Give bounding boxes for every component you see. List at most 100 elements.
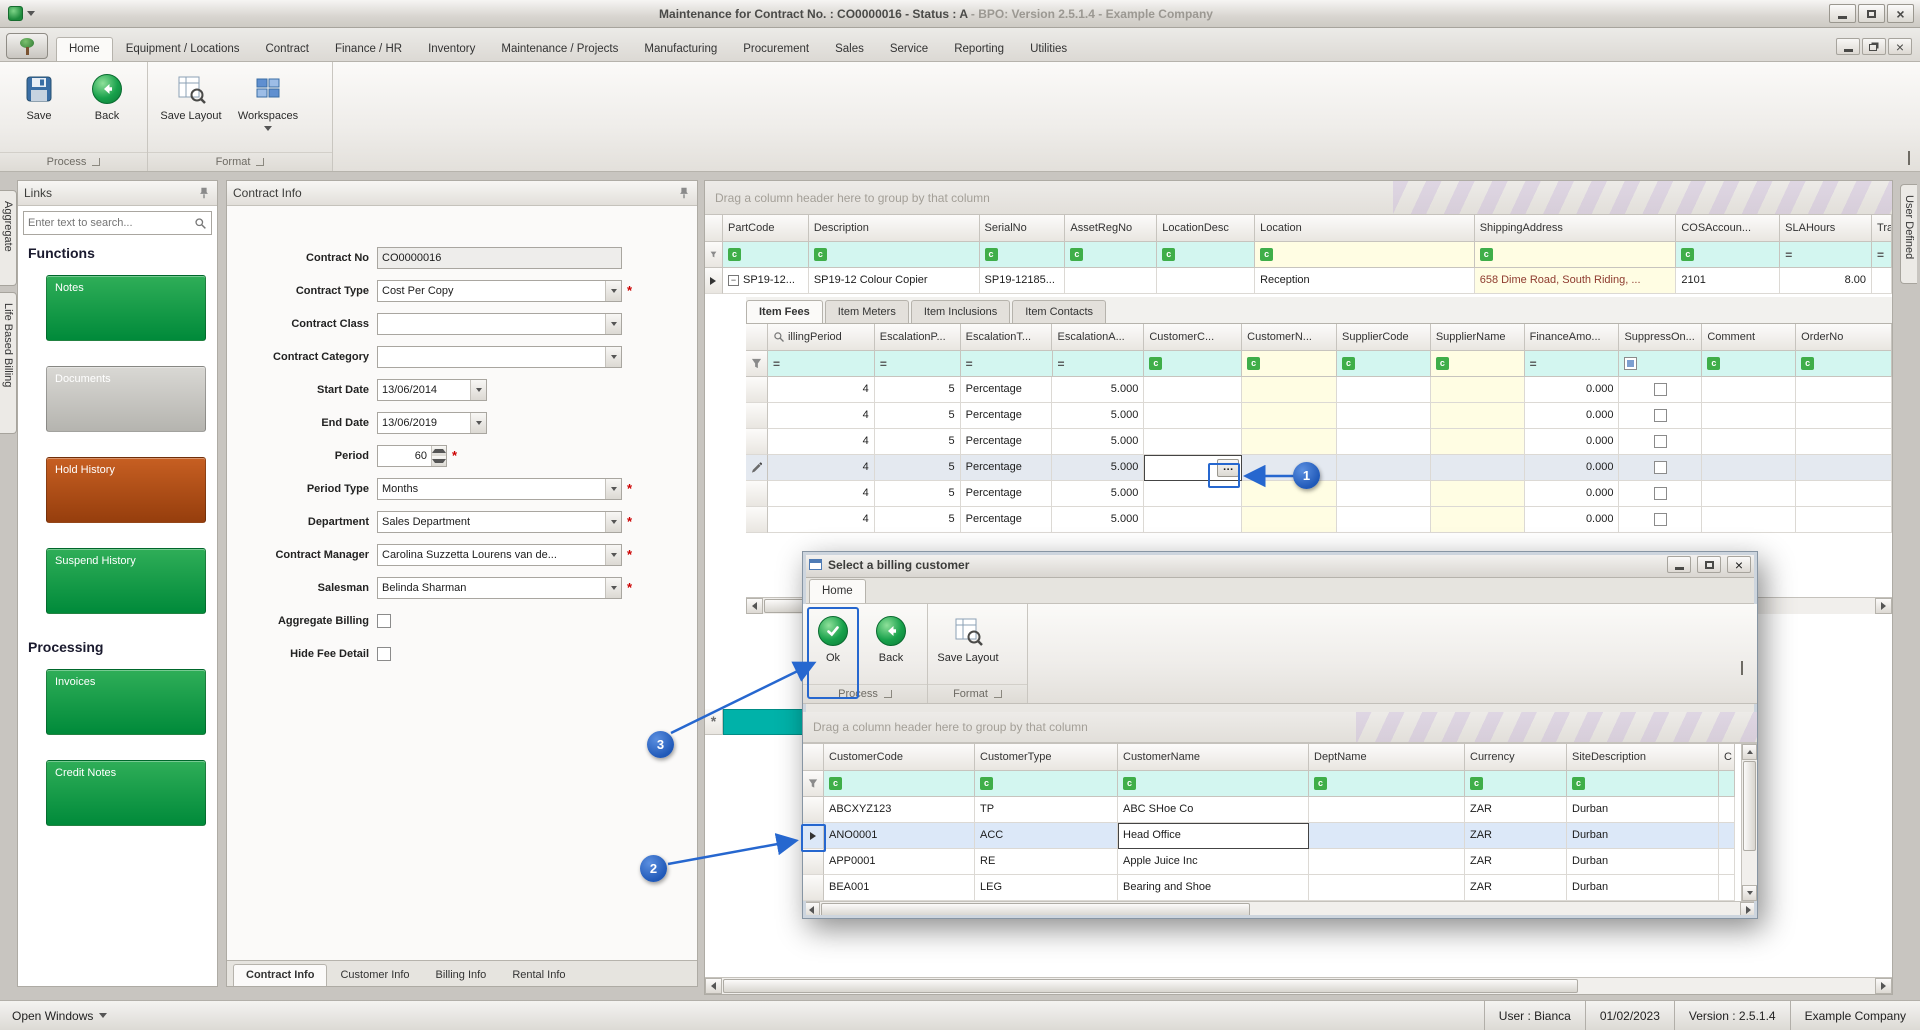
department-dropdown[interactable]: Sales Department (377, 511, 622, 533)
customer-horizontal-scrollbar[interactable] (803, 901, 1757, 918)
chevron-down-icon[interactable] (605, 512, 621, 532)
start-date-field[interactable]: 13/06/2014 (377, 379, 487, 401)
links-search-input[interactable] (28, 217, 194, 229)
column-header[interactable]: DeptName (1309, 744, 1465, 771)
item-fee-row[interactable]: 4 5 Percentage 5.000 0.000 (746, 403, 1892, 429)
column-header[interactable]: EscalationT... (961, 324, 1053, 351)
column-header[interactable]: CustomerName (1118, 744, 1309, 771)
mdi-close-button[interactable] (1888, 38, 1912, 55)
chevron-down-icon[interactable] (470, 413, 486, 433)
contract-no-field[interactable]: CO0000016 (377, 247, 622, 269)
chevron-down-icon[interactable] (605, 578, 621, 598)
item-detail-tab[interactable]: Item Fees (746, 300, 823, 323)
spin-up-icon[interactable] (432, 446, 446, 456)
suppress-checkbox[interactable] (1654, 487, 1667, 500)
column-header[interactable]: EscalationP... (875, 324, 961, 351)
column-header[interactable]: Tra... (1872, 215, 1892, 242)
dialog-launcher-icon[interactable] (884, 690, 892, 698)
column-header[interactable]: CustomerCode (824, 744, 975, 771)
suppress-checkbox[interactable] (1654, 461, 1667, 474)
item-fee-row[interactable]: 4 5 Percentage 5.000 0.000 (746, 377, 1892, 403)
chevron-down-icon[interactable] (605, 314, 621, 334)
item-fee-row[interactable]: 4 5 Percentage 5.000 0.000 (746, 507, 1892, 533)
column-header[interactable]: CustomerType (975, 744, 1118, 771)
column-header[interactable]: Location (1255, 215, 1475, 242)
ribbon-collapse-icon[interactable] (1908, 153, 1910, 165)
dialog-close-button[interactable] (1727, 556, 1751, 573)
ribbon-tab[interactable]: Inventory (415, 37, 488, 61)
item-fee-row[interactable]: 4 5 Percentage 5.000 0.000 (746, 481, 1892, 507)
ribbon-tab[interactable]: Manufacturing (631, 37, 730, 61)
ribbon-tab[interactable]: Utilities (1017, 37, 1080, 61)
column-header[interactable]: LocationDesc (1157, 215, 1255, 242)
chevron-down-icon[interactable] (605, 545, 621, 565)
quick-access-caret-icon[interactable] (27, 11, 35, 16)
item-row[interactable]: SP19-12... SP19-12 Colour Copier SP19-12… (705, 268, 1892, 294)
suppress-checkbox[interactable] (1654, 383, 1667, 396)
contract-bottom-tab[interactable]: Contract Info (233, 964, 327, 986)
dialog-back-button[interactable]: Back (865, 610, 917, 668)
fees-grid-filter-row[interactable] (746, 351, 1892, 377)
scroll-left-icon[interactable] (705, 978, 722, 994)
link-button[interactable]: Invoices (46, 669, 206, 735)
ribbon-tab[interactable]: Reporting (941, 37, 1017, 61)
ribbon-tab[interactable]: Equipment / Locations (113, 37, 253, 61)
collapse-row-icon[interactable] (728, 275, 739, 286)
column-header[interactable]: COSAccoun... (1676, 215, 1780, 242)
customer-grid-filter-row[interactable] (803, 771, 1741, 797)
column-header[interactable]: OrderNo (1796, 324, 1892, 351)
contract-type-dropdown[interactable]: Cost Per Copy (377, 280, 622, 302)
dialog-minimize-button[interactable] (1667, 556, 1691, 573)
scroll-right-icon[interactable] (1875, 598, 1892, 614)
dialog-launcher-icon[interactable] (256, 158, 264, 166)
column-header[interactable]: CustomerN... (1242, 324, 1337, 351)
mdi-minimize-button[interactable] (1836, 38, 1860, 55)
pin-icon[interactable] (677, 186, 691, 200)
scroll-left-icon[interactable] (803, 902, 820, 918)
scroll-thumb[interactable] (723, 979, 1578, 993)
scroll-thumb[interactable] (821, 903, 1250, 917)
customer-row[interactable]: ANO0001 ACC Head Office ZAR Durban (803, 823, 1741, 849)
pin-icon[interactable] (197, 186, 211, 200)
scroll-right-icon[interactable] (1875, 978, 1892, 994)
ok-button[interactable]: Ok (807, 610, 859, 668)
customer-lookup-ellipsis-button[interactable] (1217, 459, 1239, 477)
side-tab-life-based-billing[interactable]: Life Based Billing (0, 292, 17, 434)
salesman-dropdown[interactable]: Belinda Sharman (377, 577, 622, 599)
customer-vertical-scrollbar[interactable] (1741, 744, 1757, 901)
link-button[interactable]: Credit Notes (46, 760, 206, 826)
contract-class-dropdown[interactable] (377, 313, 622, 335)
mdi-restore-button[interactable] (1862, 38, 1886, 55)
link-button[interactable]: Suspend History (46, 548, 206, 614)
column-header[interactable]: EscalationA... (1052, 324, 1144, 351)
end-date-field[interactable]: 13/06/2019 (377, 412, 487, 434)
contract-category-dropdown[interactable] (377, 346, 622, 368)
ribbon-tab[interactable]: Sales (822, 37, 877, 61)
close-button[interactable] (1887, 4, 1914, 23)
side-tab-user-defined[interactable]: User Defined (1900, 184, 1917, 284)
link-button[interactable]: Documents (46, 366, 206, 432)
spin-down-icon[interactable] (432, 456, 446, 466)
chevron-down-icon[interactable] (470, 380, 486, 400)
ribbon-tab[interactable]: Contract (252, 37, 321, 61)
column-header[interactable]: SuppressOn... (1619, 324, 1702, 351)
items-grid-filter-row[interactable] (705, 242, 1892, 268)
suppress-checkbox[interactable] (1654, 435, 1667, 448)
period-type-dropdown[interactable]: Months (377, 478, 622, 500)
ribbon-tab[interactable]: Finance / HR (322, 37, 415, 61)
hide-fee-detail-checkbox[interactable] (377, 647, 391, 661)
scroll-left-icon[interactable] (746, 598, 763, 614)
dialog-save-layout-button[interactable]: Save Layout (932, 610, 1004, 668)
ribbon-tab[interactable]: Home (56, 37, 113, 61)
ribbon-tab[interactable]: Maintenance / Projects (488, 37, 631, 61)
dialog-launcher-icon[interactable] (92, 158, 100, 166)
ribbon-collapse-icon[interactable] (1741, 663, 1743, 675)
column-header[interactable]: ShippingAddress (1475, 215, 1677, 242)
item-detail-tab[interactable]: Item Meters (825, 300, 909, 323)
dialog-launcher-icon[interactable] (994, 690, 1002, 698)
column-header[interactable]: AssetRegNo (1065, 215, 1157, 242)
link-button[interactable]: Hold History (46, 457, 206, 523)
chevron-down-icon[interactable] (605, 281, 621, 301)
column-header[interactable]: Currency (1465, 744, 1567, 771)
chevron-down-icon[interactable] (605, 347, 621, 367)
